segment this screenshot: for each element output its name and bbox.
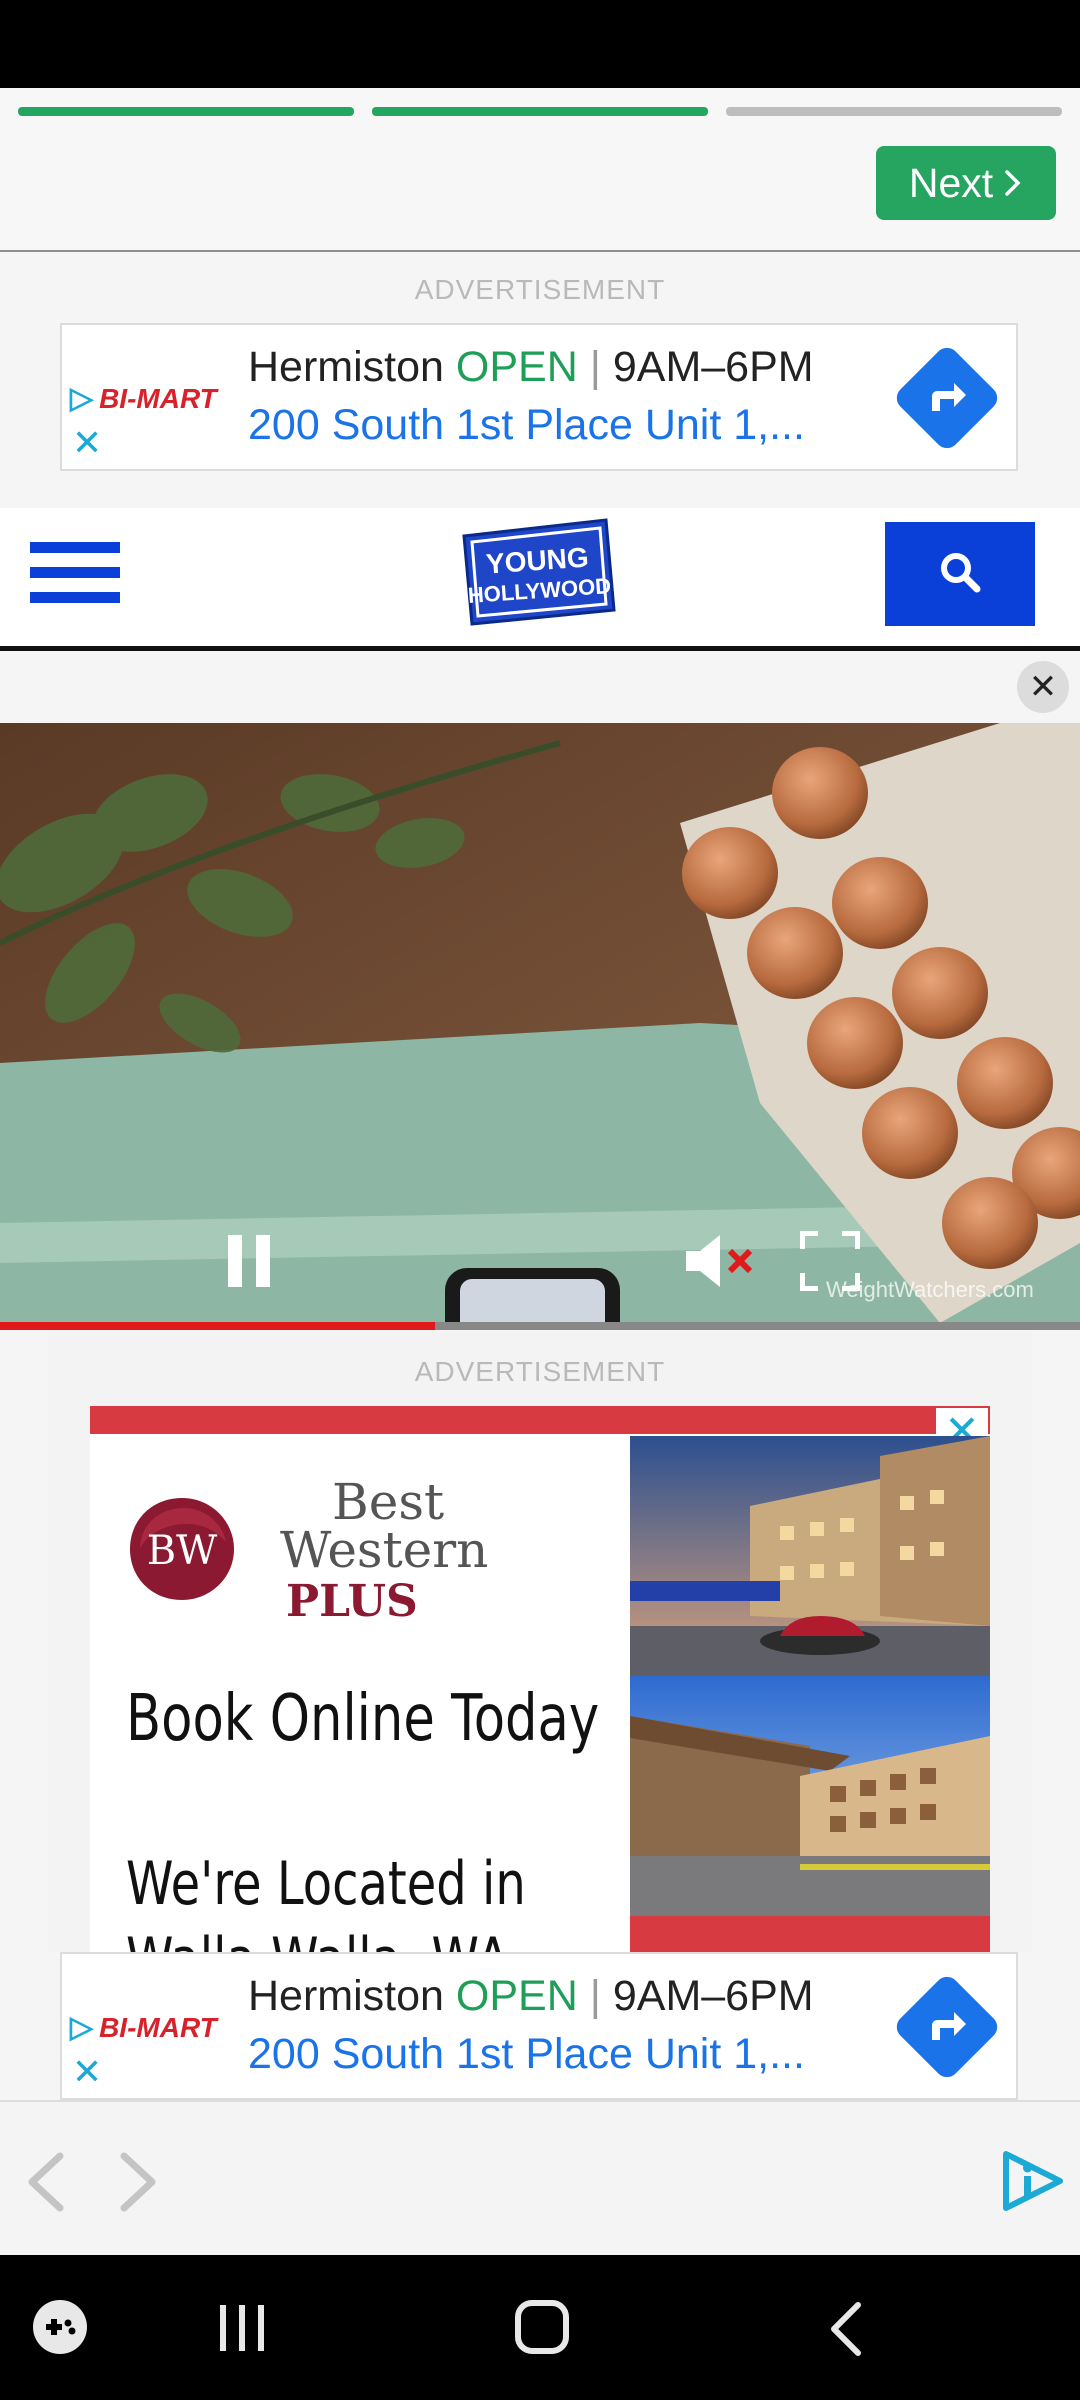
bimart-logo: ▷ BI-MART xyxy=(70,381,217,416)
bimart-logo: ▷ BI-MART xyxy=(70,2010,217,2045)
brand-line2: Western xyxy=(280,1521,489,1579)
bimart-status: OPEN xyxy=(455,343,578,391)
video-progress-bar[interactable] xyxy=(0,1322,1080,1330)
bimart-store-info: Hermiston OPEN | 9AM–6PM xyxy=(248,343,814,391)
hotel-photo-1 xyxy=(630,1436,990,1676)
young-hollywood-logo[interactable]: YOUNG HOLLYWOOD xyxy=(458,514,618,628)
bimart-address: 200 South 1st Place Unit 1,... xyxy=(248,2030,805,2078)
search-icon xyxy=(939,551,981,598)
ad-subtext-line2: Walla Walla, WA xyxy=(126,1922,526,1952)
browser-back-icon[interactable] xyxy=(24,2152,68,2217)
advertisement-label: ADVERTISEMENT xyxy=(414,1356,666,1387)
next-button[interactable]: Next xyxy=(876,146,1056,220)
game-launcher-icon[interactable] xyxy=(32,2299,88,2360)
next-label: Next xyxy=(908,159,994,206)
bimart-city: Hermiston xyxy=(248,1972,444,2020)
bimart-brand: BI-MART xyxy=(99,382,217,414)
bestwestern-brand: Best Western xyxy=(280,1473,489,1579)
muted-speaker-icon[interactable] xyxy=(684,1233,756,1294)
adchoices-play-icon: ▷ xyxy=(70,2011,94,2044)
recent-apps-icon[interactable] xyxy=(216,2303,268,2358)
directions-icon[interactable] xyxy=(891,1971,1003,2083)
ad-close-icon[interactable]: ✕ xyxy=(72,2054,102,2090)
bestwestern-ad[interactable]: ✕ BW Best Western PLUS Book Online Today… xyxy=(90,1406,990,1952)
hamburger-menu-icon[interactable] xyxy=(30,542,120,610)
bimart-status: OPEN xyxy=(455,1972,578,2020)
bimart-city: Hermiston xyxy=(248,343,444,391)
video-frame-image xyxy=(0,723,1080,1330)
bimart-hours: 9AM–6PM xyxy=(612,343,814,391)
browser-bottom-bar xyxy=(0,2100,1080,2257)
browser-forward-icon[interactable] xyxy=(116,2152,160,2217)
status-bar xyxy=(0,0,1080,88)
brand-plus: PLUS xyxy=(286,1576,418,1627)
ad-subtext: We're Located in Walla Walla, WA xyxy=(126,1846,526,1952)
progress-segment-2 xyxy=(372,107,708,116)
bimart-brand: BI-MART xyxy=(99,2011,217,2043)
ad-headline: Book Online Today xyxy=(126,1682,600,1756)
slideshow-progress-area: Next xyxy=(0,88,1080,252)
bestwestern-badge: BW xyxy=(126,1494,238,1604)
video-player[interactable]: WeightWatchers.com xyxy=(0,723,1080,1330)
system-navigation-bar xyxy=(0,2255,1080,2400)
bimart-ad-top[interactable]: ▷ BI-MART ✕ Hermiston OPEN | 9AM–6PM 200… xyxy=(60,323,1018,471)
adchoices-icon[interactable] xyxy=(1000,2148,1066,2219)
brand-line1: Best xyxy=(332,1473,445,1531)
progress-segment-3 xyxy=(726,107,1062,116)
search-button[interactable] xyxy=(885,522,1035,626)
back-icon[interactable] xyxy=(826,2301,866,2362)
video-progress-fill xyxy=(0,1322,436,1330)
bimart-hours: 9AM–6PM xyxy=(612,1972,814,2020)
video-watermark: WeightWatchers.com xyxy=(826,1277,1034,1302)
progress-segment-1 xyxy=(18,107,354,116)
site-header: YOUNG HOLLYWOOD xyxy=(0,508,1080,651)
adchoices-play-icon: ▷ xyxy=(70,382,94,415)
ad-top-bar xyxy=(90,1406,990,1434)
bimart-store-info: Hermiston OPEN | 9AM–6PM xyxy=(248,1972,814,2020)
ad-close-icon[interactable]: ✕ xyxy=(72,425,102,461)
advertisement-label: ADVERTISEMENT xyxy=(414,274,666,305)
ad-subtext-line1: We're Located in xyxy=(126,1849,526,1919)
directions-icon[interactable] xyxy=(891,342,1003,454)
pause-icon[interactable] xyxy=(226,1235,274,1292)
chevron-right-icon xyxy=(1003,160,1023,207)
badge-text: BW xyxy=(147,1528,218,1574)
ad-bottom-bar xyxy=(630,1916,990,1952)
video-close-button[interactable]: ✕ xyxy=(1017,661,1069,713)
bestwestern-ad-container: ADVERTISEMENT ✕ BW Best Western PLUS Boo… xyxy=(48,1332,1032,1952)
bimart-ad-bottom[interactable]: ▷ BI-MART ✕ Hermiston OPEN | 9AM–6PM 200… xyxy=(60,1952,1018,2100)
bimart-address: 200 South 1st Place Unit 1,... xyxy=(248,401,805,449)
hotel-photo-2 xyxy=(630,1676,990,1916)
home-icon[interactable] xyxy=(514,2299,570,2360)
